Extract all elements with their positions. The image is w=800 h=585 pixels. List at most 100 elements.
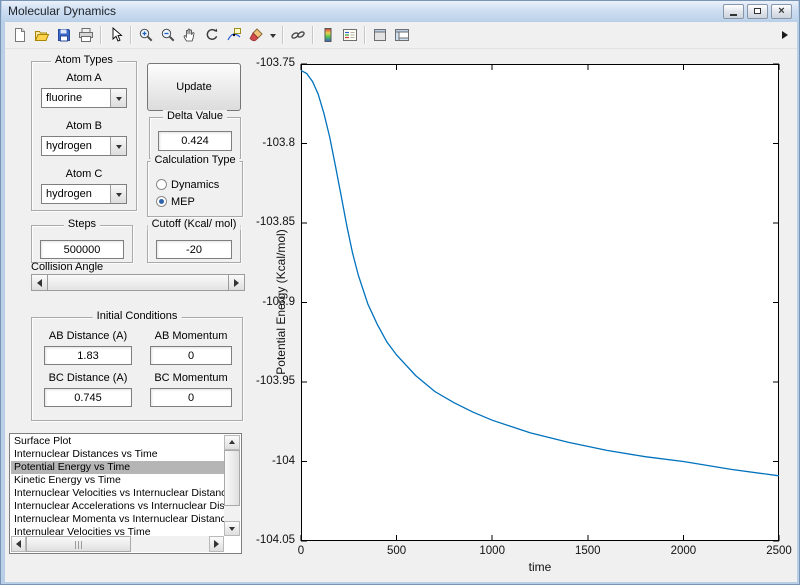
titlebar[interactable]: Molecular Dynamics × [2,1,798,21]
hand-icon [182,27,198,43]
minimize-button[interactable] [723,4,744,19]
hide-plot-tools-button[interactable] [369,24,391,46]
radio-checked-icon [156,196,167,207]
insert-colorbar-button[interactable] [317,24,339,46]
y-tick-label: -103.85 [256,216,295,228]
y-tick-label: -103.95 [256,375,295,387]
data-cursor-icon [226,27,242,43]
app-window: Molecular Dynamics × [0,0,800,585]
slider-thumb[interactable] [48,275,228,290]
brush-dropdown-button[interactable] [267,24,279,46]
x-tick-label: 0 [271,545,331,557]
chevron-down-icon [116,193,122,200]
radio-mep[interactable]: MEP [156,195,195,208]
atom-b-select[interactable]: hydrogen [41,136,127,156]
show-plot-tools-button[interactable] [391,24,413,46]
print-figure-button[interactable] [75,24,97,46]
listbox-vertical-scrollbar[interactable] [224,435,240,536]
x-tick-label: 1500 [558,545,618,557]
atom-b-dropdown-button[interactable] [110,137,126,155]
chevron-down-icon [270,34,276,41]
insert-legend-button[interactable] [339,24,361,46]
list-item-internuclear-velocities-time[interactable]: Internulear Velocities vs Time [11,526,224,536]
scroll-left-button[interactable] [11,536,26,552]
steps-group: Steps [31,225,133,263]
colorbar-icon [320,27,336,43]
list-item-surface-plot[interactable]: Surface Plot [11,435,224,448]
close-button[interactable]: × [771,4,792,19]
chevron-down-icon [116,97,122,104]
slider-right-button[interactable] [228,275,244,290]
atom-b-value: hydrogen [42,140,110,152]
edit-plot-button[interactable] [105,24,127,46]
bc-momentum-label: BC Momentum [142,372,240,384]
atom-a-dropdown-button[interactable] [110,89,126,107]
open-file-button[interactable] [31,24,53,46]
ab-momentum-label: AB Momentum [142,330,240,342]
bc-momentum-input[interactable] [150,388,232,407]
ab-distance-label: AB Distance (A) [36,330,140,342]
x-tick-label: 2000 [653,545,713,557]
list-item-potential-energy[interactable]: Potential Energy vs Time [11,461,224,474]
save-figure-button[interactable] [53,24,75,46]
list-item-kinetic-energy[interactable]: Kinetic Energy vs Time [11,474,224,487]
atom-types-group: Atom Types Atom A fluorine Atom B hydrog… [31,61,137,211]
close-icon: × [778,6,784,17]
minimize-icon [730,14,737,16]
toolbar-separator [100,26,102,44]
list-item-internuclear-velocities-distance[interactable]: Internuclear Velocities vs Internuclear … [11,487,224,500]
save-figure-icon [56,27,72,43]
atom-c-label: Atom C [32,168,136,180]
rotate-3d-button[interactable] [201,24,223,46]
steps-input[interactable] [40,240,124,259]
zoom-out-icon [160,27,176,43]
restore-button[interactable] [747,4,768,19]
ab-distance-input[interactable] [44,346,132,365]
plot-area[interactable] [301,64,779,541]
atom-a-select[interactable]: fluorine [41,88,127,108]
data-cursor-button[interactable] [223,24,245,46]
y-tick-label: -104 [272,455,295,467]
new-figure-icon [12,27,28,43]
toolbar-separator [312,26,314,44]
listbox-horizontal-scrollbar[interactable] [11,536,224,552]
toolbar-overflow-icon[interactable] [782,31,792,39]
scroll-up-button[interactable] [224,435,240,450]
figure-client-area: Atom Types Atom A fluorine Atom B hydrog… [5,22,797,582]
scroll-right-button[interactable] [209,536,224,552]
horizontal-scrollbar-thumb[interactable] [26,536,131,552]
show-plot-tools-icon [394,27,410,43]
brush-data-button[interactable] [245,24,267,46]
zoom-out-button[interactable] [157,24,179,46]
list-item-internuclear-momenta[interactable]: Internuclear Momenta vs Internuclear Dis… [11,513,224,526]
collision-angle-label: Collision Angle [31,261,103,273]
vertical-scrollbar-thumb[interactable] [224,450,240,506]
atom-a-value: fluorine [42,92,110,104]
radio-dynamics[interactable]: Dynamics [156,178,219,191]
new-figure-button[interactable] [9,24,31,46]
x-tick-label: 1000 [462,545,522,557]
link-plot-button[interactable] [287,24,309,46]
update-button[interactable]: Update [147,63,241,111]
delta-value-input[interactable] [158,131,232,151]
atom-c-select[interactable]: hydrogen [41,184,127,204]
bc-distance-input[interactable] [44,388,132,407]
brush-icon [248,27,264,43]
list-item-internuclear-accelerations[interactable]: Internuclear Accelerations vs Internucle… [11,500,224,513]
list-item-internuclear-distances[interactable]: Internuclear Distances vs Time [11,448,224,461]
cutoff-group: Cutoff (Kcal/ mol) [147,225,241,263]
open-file-icon [34,27,50,43]
pointer-icon [108,27,124,43]
atom-c-dropdown-button[interactable] [110,185,126,203]
cutoff-input[interactable] [156,240,232,259]
zoom-in-button[interactable] [135,24,157,46]
x-tick-label: 500 [367,545,427,557]
pan-button[interactable] [179,24,201,46]
plot-type-listbox[interactable]: Surface Plot Internuclear Distances vs T… [9,433,242,554]
link-plot-icon [290,27,306,43]
scroll-down-button[interactable] [224,521,240,536]
ab-momentum-input[interactable] [150,346,232,365]
collision-angle-slider[interactable] [31,274,245,291]
slider-left-button[interactable] [32,275,48,290]
window-title: Molecular Dynamics [8,4,116,18]
